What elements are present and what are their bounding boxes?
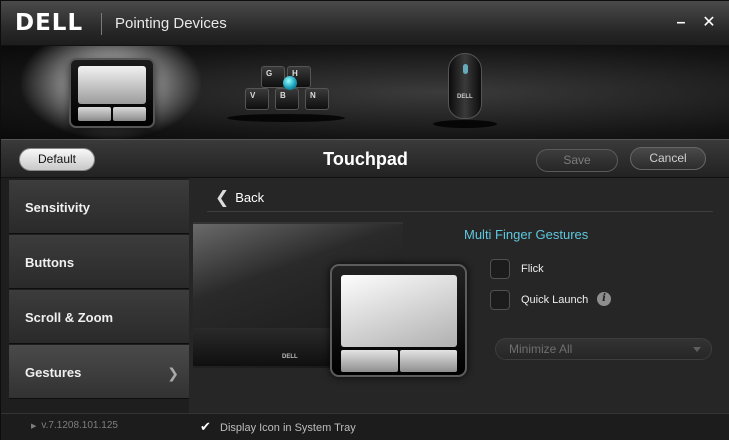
sidebar: Sensitivity Buttons Scroll & Zoom Gestur… [1, 178, 189, 413]
touchpad-surface [78, 66, 146, 104]
back-button[interactable]: ❮ Back [215, 188, 264, 208]
default-button[interactable]: Default [19, 148, 95, 171]
page-title: Touchpad [323, 149, 408, 169]
version-label[interactable]: ▶ v.7.1208.101.125 [31, 420, 118, 431]
sidebar-item-label: Buttons [25, 255, 75, 270]
key-b: B [275, 88, 299, 110]
caret-down-icon [693, 347, 701, 352]
trackpoint-icon [283, 76, 297, 90]
key-n: N [305, 88, 329, 110]
system-tray-checkbox[interactable]: ✔ [200, 420, 214, 434]
expand-triangle-icon: ▶ [31, 423, 37, 430]
gestures-panel: ❮ Back DELL Multi Finger Gestures Flick Q… [189, 178, 729, 413]
sidebar-item-scroll-zoom[interactable]: Scroll & Zoom [9, 290, 189, 344]
flick-checkbox[interactable] [490, 259, 510, 279]
laptop-brand: DELL [282, 354, 298, 360]
sidebar-item-label: Scroll & Zoom [25, 310, 114, 325]
version-text: v.7.1208.101.125 [41, 420, 118, 431]
touchpad-buttons [78, 107, 146, 121]
info-icon[interactable]: i [597, 292, 611, 306]
touchpad-buttons [341, 350, 457, 372]
touchpad-right-button[interactable] [400, 350, 457, 372]
device-selector: G H V B N DELL [1, 46, 729, 139]
sidebar-item-label: Sensitivity [25, 200, 91, 215]
title-bar[interactable]: DELL Pointing Devices – ✕ [1, 1, 729, 46]
section-title: Multi Finger Gestures [464, 227, 589, 242]
back-label: Back [235, 190, 265, 205]
app-title: Pointing Devices [115, 15, 227, 32]
cancel-button[interactable]: Cancel [630, 147, 706, 170]
pointing-devices-window: DELL Pointing Devices – ✕ G H V B N DELL… [0, 0, 729, 440]
mouse-device-icon[interactable]: DELL [448, 53, 482, 119]
touchpad-device-icon[interactable] [69, 58, 155, 128]
key-v: V [245, 88, 269, 110]
dropdown-value: Minimize All [509, 342, 573, 356]
mouse-wheel [463, 64, 468, 74]
title-separator [101, 13, 102, 35]
sidebar-item-sensitivity[interactable]: Sensitivity [9, 180, 189, 234]
touchpad-illustration[interactable] [330, 264, 467, 377]
flick-label[interactable]: Flick [521, 263, 544, 275]
sidebar-item-gestures[interactable]: Gestures ❯ [9, 345, 189, 399]
minimize-button[interactable]: – [671, 13, 691, 33]
quick-launch-action-dropdown[interactable]: Minimize All [495, 338, 712, 360]
quick-launch-label[interactable]: Quick Launch [521, 294, 588, 306]
divider [207, 211, 713, 212]
footer: ▶ v.7.1208.101.125 ✔ Display Icon in Syst… [1, 413, 729, 440]
back-arrow-icon: ❮ [215, 188, 230, 207]
mouse-shadow [433, 120, 497, 128]
touchpad-surface[interactable] [341, 275, 457, 347]
quick-launch-checkbox[interactable] [490, 290, 510, 310]
key-g: G [261, 66, 285, 88]
system-tray-label[interactable]: Display Icon in System Tray [220, 422, 356, 434]
dell-logo: DELL [15, 10, 84, 36]
sidebar-item-buttons[interactable]: Buttons [9, 235, 189, 289]
mouse-brand: DELL [457, 94, 473, 100]
save-button[interactable]: Save [536, 149, 618, 172]
touchpad-left-button[interactable] [341, 350, 398, 372]
chevron-right-icon: ❯ [167, 365, 179, 381]
header-bar: Touchpad Default Save Cancel [1, 139, 729, 178]
sidebar-item-label: Gestures [25, 365, 82, 380]
keyboard-trackpoint-device-icon[interactable]: G H V B N [241, 66, 333, 134]
close-button[interactable]: ✕ [699, 13, 719, 33]
